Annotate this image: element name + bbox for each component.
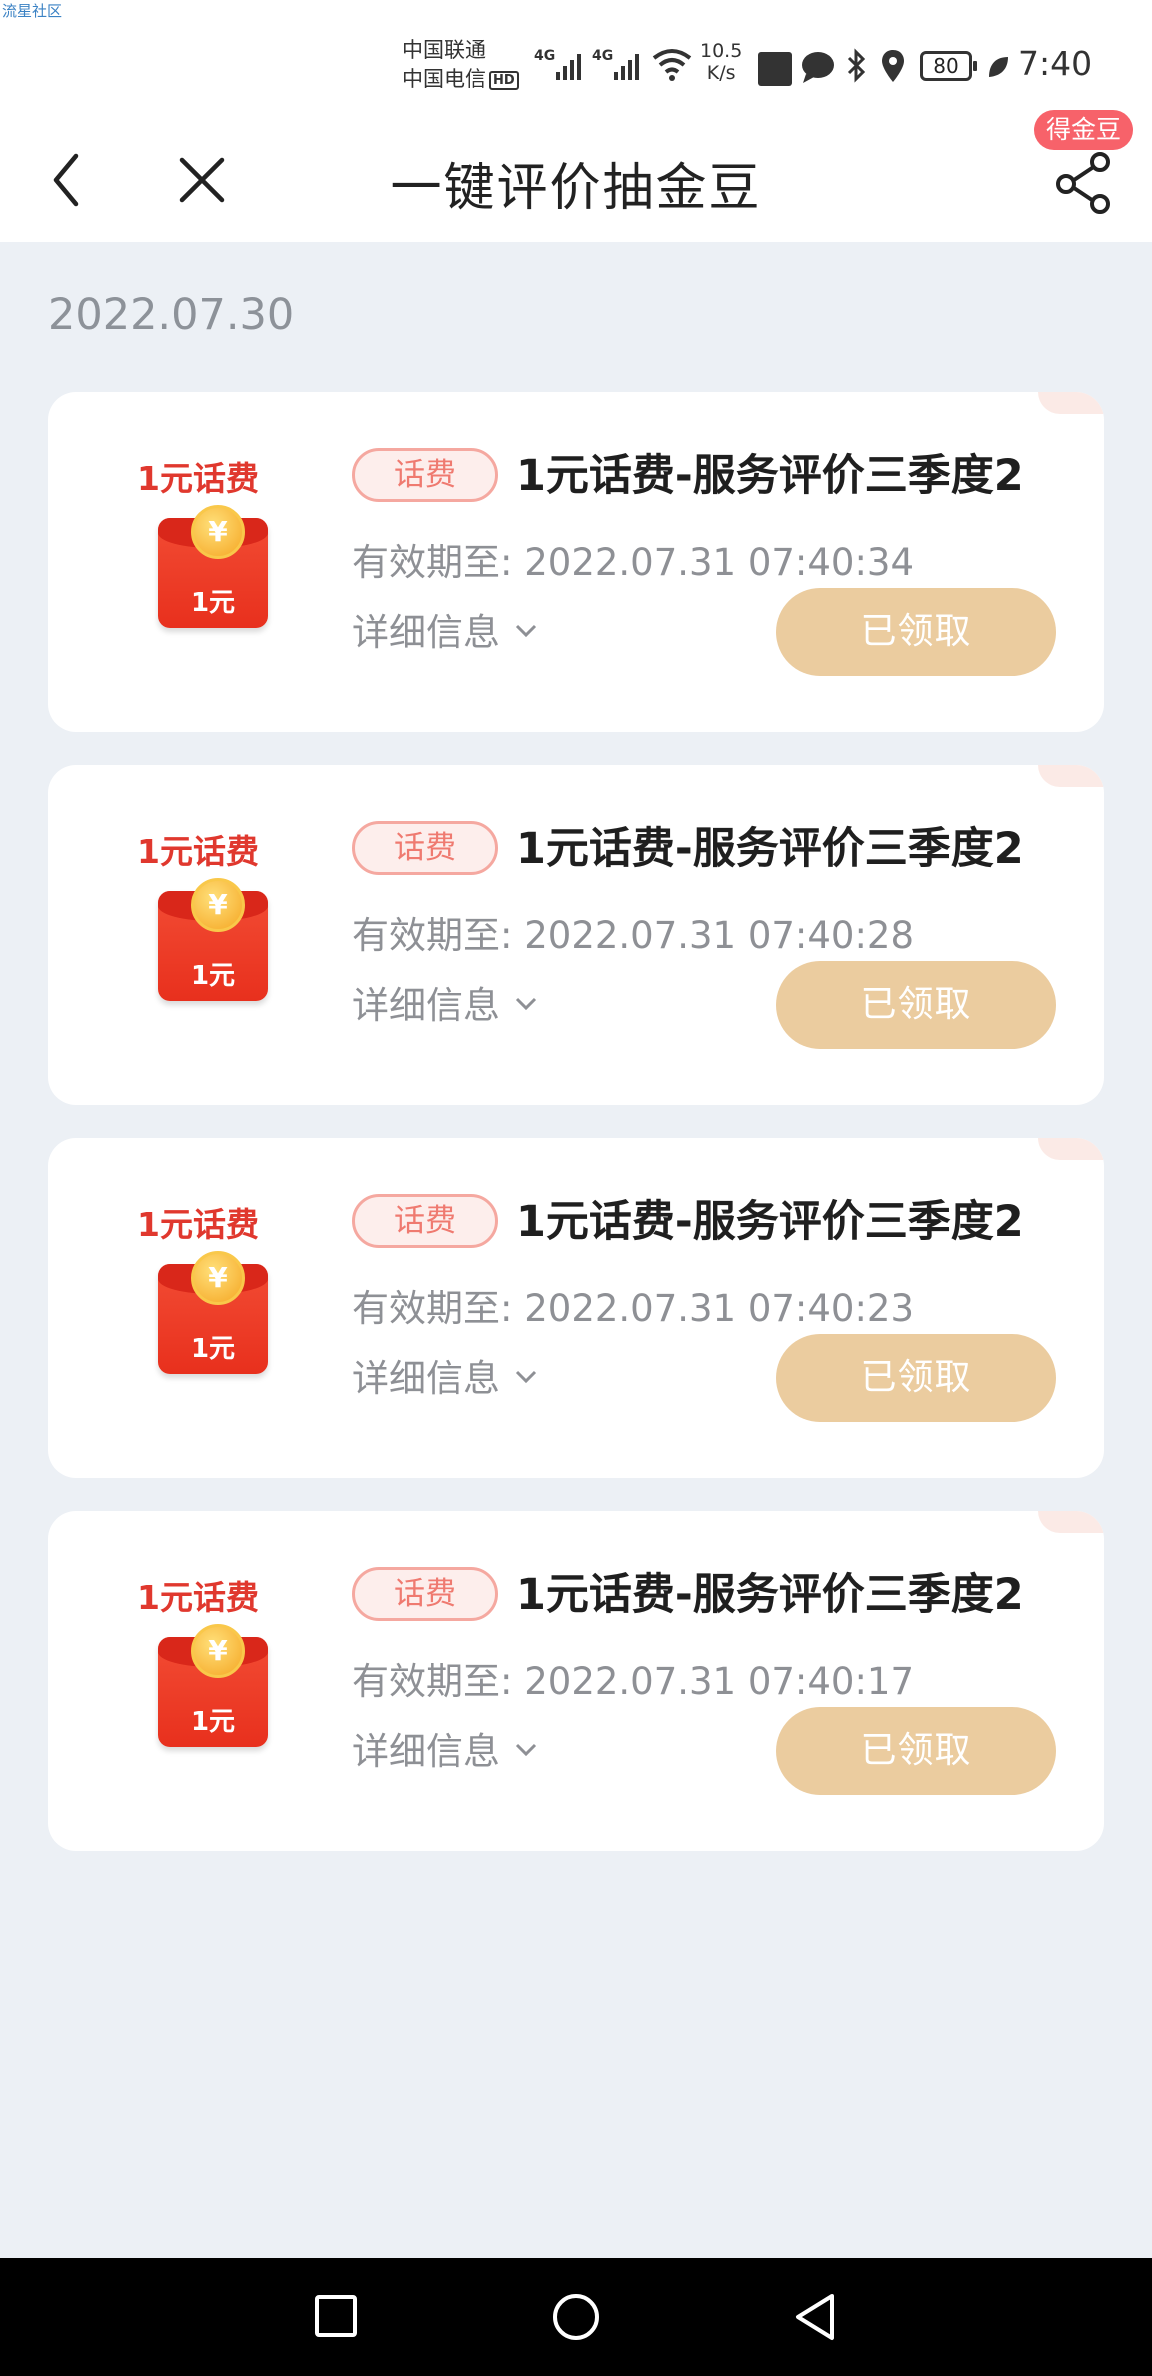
location-icon xyxy=(882,50,904,82)
expiry-row: 有效期至: 2022.07.31 07:40:17 xyxy=(352,1651,914,1705)
prize-image: 1元话费 1元 ¥ xyxy=(128,452,268,652)
prize-title: 1元话费-服务评价三季度2 xyxy=(516,824,1024,874)
share-button[interactable] xyxy=(1052,150,1114,216)
prize-card: 1元话费 1元 ¥ 话费 1元话费-服务评价三季度2 有效期至: 2022.07… xyxy=(48,1511,1104,1851)
power-saving-leaf-icon xyxy=(989,57,1008,77)
network-speed: 10.5 K/s xyxy=(700,40,742,84)
recent-apps-button[interactable] xyxy=(312,2292,360,2340)
prize-type-tag: 话费 xyxy=(352,1194,498,1248)
prize-type-tag: 话费 xyxy=(352,448,498,502)
yuan-symbol-icon: ¥ xyxy=(208,888,228,921)
prize-card: 1元话费 1元 ¥ 话费 1元话费-服务评价三季度2 有效期至: 2022.07… xyxy=(48,765,1104,1105)
system-back-button[interactable] xyxy=(792,2292,838,2342)
claimed-button[interactable]: 已领取 xyxy=(776,1334,1056,1422)
envelope-amount: 1元 xyxy=(190,1707,236,1737)
page-title: 一键评价抽金豆 xyxy=(390,159,762,218)
details-label: 详细信息 xyxy=(352,611,500,654)
app-notification-icon xyxy=(758,52,792,86)
system-navigation-bar xyxy=(0,2258,1152,2376)
network-type-2: 4G xyxy=(592,48,614,64)
envelope-amount: 1元 xyxy=(190,1334,236,1364)
wifi-icon xyxy=(652,49,692,81)
details-label: 详细信息 xyxy=(352,1730,500,1773)
details-toggle[interactable]: 详细信息 xyxy=(352,975,538,1029)
chevron-down-icon xyxy=(515,624,537,638)
prize-type-tag: 话费 xyxy=(352,821,498,875)
prize-image-caption: 1元话费 xyxy=(137,1205,259,1244)
chevron-down-icon xyxy=(515,997,537,1011)
chat-bubble-icon xyxy=(802,52,834,83)
card-corner-decoration xyxy=(1038,1511,1104,1533)
home-button[interactable] xyxy=(551,2292,601,2342)
details-label: 详细信息 xyxy=(352,1357,500,1400)
carrier-2-row: 中国电信 HD xyxy=(402,65,519,94)
expiry-row: 有效期至: 2022.07.31 07:40:28 xyxy=(352,905,914,959)
expiry-label: 有效期至: xyxy=(352,1660,513,1703)
envelope-amount: 1元 xyxy=(190,588,236,618)
expiry-value: 2022.07.31 07:40:28 xyxy=(524,914,915,957)
signal-bars-icon xyxy=(556,54,581,80)
date-heading: 2022.07.30 xyxy=(48,290,295,340)
status-bar: 流星社区 中国联通 中国电信 HD 4G 4G 10.5 K/s 80 7:40 xyxy=(0,0,1152,120)
envelope-amount: 1元 xyxy=(190,961,236,991)
carrier-1: 中国联通 xyxy=(402,38,486,62)
gold-bean-badge[interactable]: 得金豆 xyxy=(1034,110,1134,150)
expiry-value: 2022.07.31 07:40:34 xyxy=(524,541,915,584)
coin-icon: ¥ xyxy=(191,1251,245,1305)
battery-icon: 80 xyxy=(920,51,977,81)
watermark: 流星社区 xyxy=(2,2,63,20)
expiry-value: 2022.07.31 07:40:23 xyxy=(524,1287,915,1330)
card-corner-decoration xyxy=(1038,1138,1104,1160)
claimed-button[interactable]: 已领取 xyxy=(776,588,1056,676)
prize-card: 1元话费 1元 ¥ 话费 1元话费-服务评价三季度2 有效期至: 2022.07… xyxy=(48,1138,1104,1478)
claimed-button[interactable]: 已领取 xyxy=(776,1707,1056,1795)
net-speed-unit: K/s xyxy=(706,62,736,84)
signal-bars-icon xyxy=(614,54,639,80)
coin-icon: ¥ xyxy=(191,1624,245,1678)
nav-bar: 一键评价抽金豆 xyxy=(0,120,1152,242)
expiry-label: 有效期至: xyxy=(352,541,513,584)
carrier-info: 中国联通 中国电信 HD xyxy=(402,36,519,94)
chevron-down-icon xyxy=(515,1743,537,1757)
hd-badge: HD xyxy=(489,70,519,90)
details-toggle[interactable]: 详细信息 xyxy=(352,602,538,656)
carrier-2: 中国电信 xyxy=(402,67,486,91)
expiry-row: 有效期至: 2022.07.31 07:40:34 xyxy=(352,532,914,586)
yuan-symbol-icon: ¥ xyxy=(208,515,228,548)
expiry-value: 2022.07.31 07:40:17 xyxy=(524,1660,915,1703)
prize-title: 1元话费-服务评价三季度2 xyxy=(516,1570,1024,1620)
card-corner-decoration xyxy=(1038,392,1104,414)
coin-icon: ¥ xyxy=(191,878,245,932)
prize-image: 1元话费 1元 ¥ xyxy=(128,1571,268,1771)
chevron-down-icon xyxy=(515,1370,537,1384)
prize-image: 1元话费 1元 ¥ xyxy=(128,1198,268,1398)
expiry-row: 有效期至: 2022.07.31 07:40:23 xyxy=(352,1278,914,1332)
yuan-symbol-icon: ¥ xyxy=(208,1261,228,1294)
prize-card: 1元话费 1元 ¥ 话费 1元话费-服务评价三季度2 有效期至: 2022.07… xyxy=(48,392,1104,732)
yuan-symbol-icon: ¥ xyxy=(208,1634,228,1667)
expiry-label: 有效期至: xyxy=(352,914,513,957)
coin-icon: ¥ xyxy=(191,505,245,559)
details-toggle[interactable]: 详细信息 xyxy=(352,1348,538,1402)
bluetooth-icon xyxy=(847,48,866,83)
prize-image-caption: 1元话费 xyxy=(137,832,259,871)
details-toggle[interactable]: 详细信息 xyxy=(352,1721,538,1775)
card-corner-decoration xyxy=(1038,765,1104,787)
prize-image: 1元话费 1元 ¥ xyxy=(128,825,268,1025)
details-label: 详细信息 xyxy=(352,984,500,1027)
clock: 7:40 xyxy=(1018,44,1093,83)
prize-title: 1元话费-服务评价三季度2 xyxy=(516,1197,1024,1247)
net-speed-value: 10.5 xyxy=(700,40,743,62)
prize-type-tag: 话费 xyxy=(352,1567,498,1621)
claimed-button[interactable]: 已领取 xyxy=(776,961,1056,1049)
prize-list: 1元话费 1元 ¥ 话费 1元话费-服务评价三季度2 有效期至: 2022.07… xyxy=(48,392,1104,1884)
prize-title: 1元话费-服务评价三季度2 xyxy=(516,451,1024,501)
expiry-label: 有效期至: xyxy=(352,1287,513,1330)
network-type-1: 4G xyxy=(534,48,556,64)
prize-image-caption: 1元话费 xyxy=(137,1578,259,1617)
prize-image-caption: 1元话费 xyxy=(137,459,259,498)
